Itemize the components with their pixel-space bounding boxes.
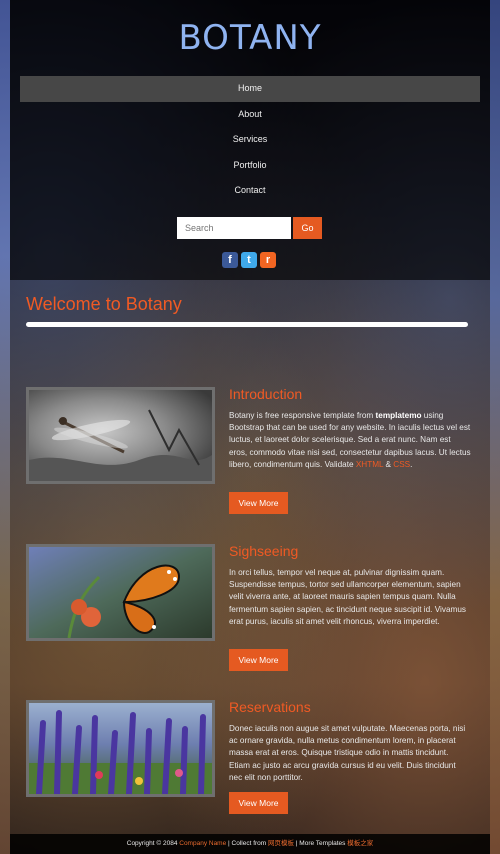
footer-more-text: | More Templates (294, 840, 348, 847)
section-title-reservations: Reservations (229, 699, 311, 715)
intro-text-part: & (383, 459, 394, 469)
social-links: f t r (222, 252, 278, 268)
twitter-icon[interactable]: t (241, 252, 257, 268)
footer-collect-text: | Collect from (226, 840, 268, 847)
section-text-sighseeing: In orci tellus, tempor vel neque at, pul… (229, 568, 466, 626)
search-input[interactable] (177, 217, 291, 239)
section-text-introduction: Botany is free responsive template from … (229, 410, 471, 471)
facebook-icon[interactable]: f (222, 252, 238, 268)
section-title-introduction: Introduction (229, 386, 303, 402)
section-title-sighseeing: Sighseeing (229, 543, 299, 559)
nav-item-contact[interactable]: Contact (20, 178, 480, 204)
nav-item-about[interactable]: About (20, 102, 480, 128)
footer-company-link[interactable]: Company Name (179, 840, 226, 847)
right-background-strip (490, 0, 500, 854)
nav-item-home[interactable]: Home (20, 76, 480, 102)
butterfly-photo (26, 544, 215, 641)
footer: Copyright © 2084 Company Name | Collect … (10, 834, 490, 854)
site-logo[interactable]: BOTANY (10, 18, 490, 58)
footer-copyright: Copyright © 2084 (126, 840, 180, 847)
footer-more-link[interactable]: 模板之家 (347, 840, 373, 847)
rss-icon[interactable]: r (260, 252, 276, 268)
dragonfly-photo (26, 387, 215, 484)
welcome-divider (26, 322, 468, 327)
nav-item-portfolio[interactable]: Portfolio (20, 153, 480, 179)
view-more-button-reservations[interactable]: View More (229, 792, 288, 814)
templatemo-bold: templatemo (375, 411, 422, 420)
view-more-button-sighseeing[interactable]: View More (229, 649, 288, 671)
section-text-reservations: Donec iaculis non augue sit amet vulputa… (229, 724, 466, 782)
footer-collect-link[interactable]: 网页模板 (268, 840, 294, 847)
intro-text-part: Botany is free responsive template from (229, 411, 376, 420)
xhtml-link[interactable]: XHTML (356, 460, 383, 469)
main-nav: Home About Services Portfolio Contact (20, 76, 480, 204)
view-more-button-introduction[interactable]: View More (229, 492, 288, 514)
css-link[interactable]: CSS (393, 460, 410, 469)
lavender-photo (26, 700, 215, 797)
page: BOTANY Home About Services Portfolio Con… (10, 0, 490, 854)
welcome-heading: Welcome to Botany (26, 294, 182, 314)
intro-text-part: . (410, 459, 413, 469)
left-background-strip (0, 0, 10, 854)
header-panel: BOTANY Home About Services Portfolio Con… (10, 0, 490, 280)
search-go-button[interactable]: Go (293, 217, 322, 239)
nav-item-services[interactable]: Services (20, 127, 480, 153)
